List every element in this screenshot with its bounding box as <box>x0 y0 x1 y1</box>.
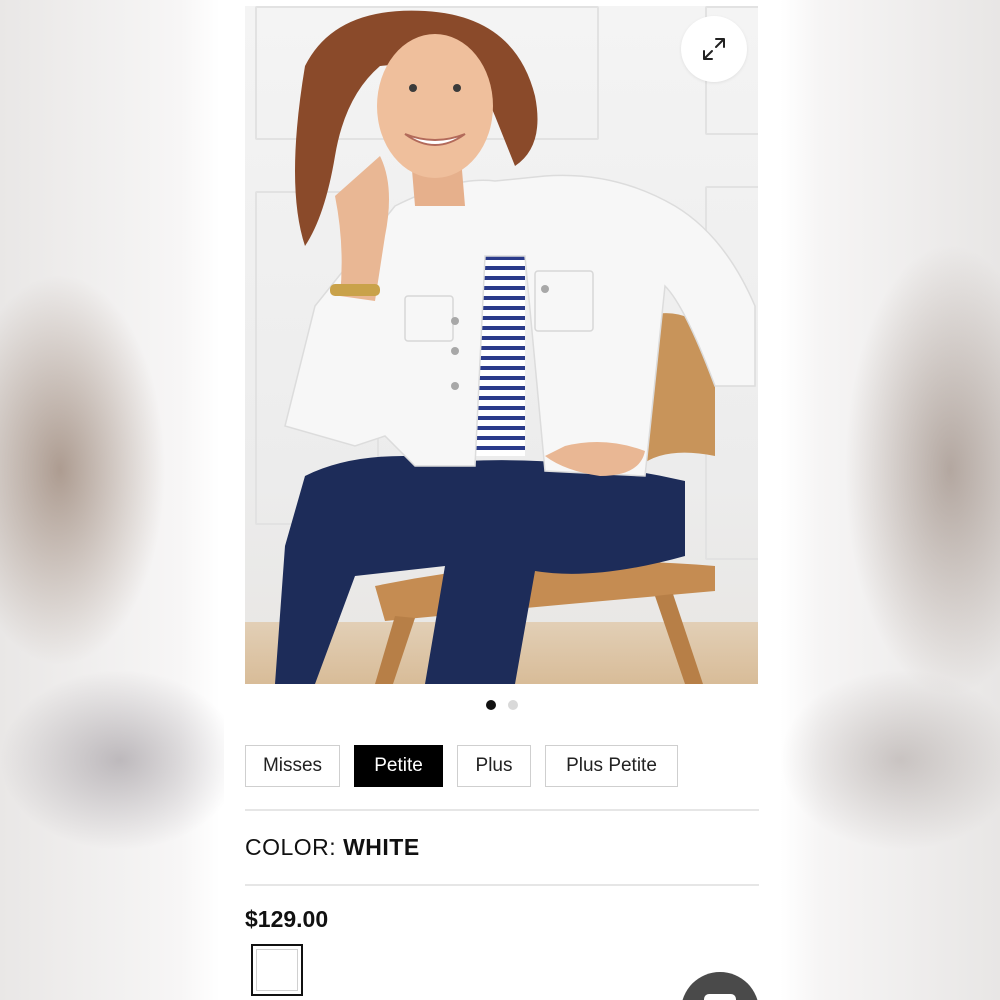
color-swatch-white[interactable] <box>251 944 303 996</box>
carousel-dots <box>224 700 780 710</box>
size-plus-button[interactable]: Plus <box>457 745 531 787</box>
chat-button[interactable] <box>681 972 759 1000</box>
color-label-row: COLOR: WHITE <box>245 834 420 861</box>
product-image[interactable] <box>245 6 758 684</box>
expand-arrows-icon <box>703 38 725 60</box>
expand-button[interactable] <box>681 16 747 82</box>
color-label: COLOR: <box>245 834 337 860</box>
product-page: Misses Petite Plus Plus Petite COLOR: WH… <box>224 0 780 1000</box>
swatch-fill <box>256 949 298 991</box>
carousel-dot-2[interactable] <box>508 700 518 710</box>
chat-icon <box>704 994 736 1000</box>
model-figure <box>275 10 756 684</box>
divider <box>245 884 759 886</box>
product-price: $129.00 <box>245 906 329 932</box>
size-misses-button[interactable]: Misses <box>245 745 340 787</box>
size-plus-petite-button[interactable]: Plus Petite <box>545 745 678 787</box>
carousel-dot-1[interactable] <box>486 700 496 710</box>
size-petite-button[interactable]: Petite <box>354 745 443 787</box>
color-value: WHITE <box>343 834 420 860</box>
divider <box>245 809 759 811</box>
size-range-selector: Misses Petite Plus Plus Petite <box>245 745 678 787</box>
